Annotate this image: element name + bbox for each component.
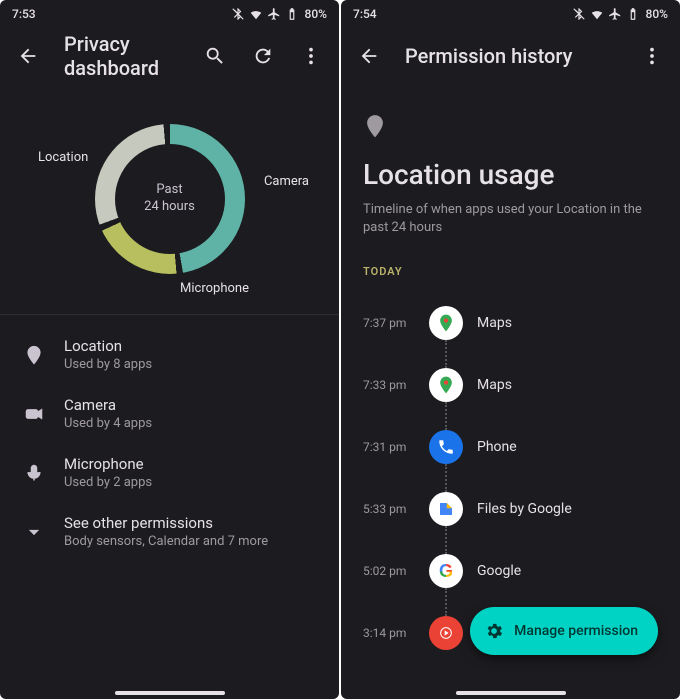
page-title: Location usage: [363, 158, 658, 191]
section-divider: [0, 314, 339, 315]
gesture-nav-bar[interactable]: [115, 691, 225, 695]
more-vert-icon: [300, 45, 322, 67]
permission-title: Camera: [64, 396, 152, 414]
privacy-dashboard-screen: 7:53 80% Privacy dashboard Past 24 hours: [0, 0, 339, 699]
permission-list: Location Used by 8 apps Camera Used by 4…: [0, 325, 339, 561]
app-icon-maps: [429, 306, 463, 340]
gear-icon: [484, 621, 504, 641]
bluetooth-off-icon: [572, 7, 586, 21]
location-pin-icon: [363, 123, 387, 142]
search-button[interactable]: [195, 36, 235, 76]
permission-sub: Used by 8 apps: [64, 357, 152, 372]
status-icons: 80%: [231, 7, 327, 21]
wifi-icon: [249, 7, 263, 21]
timeline-app-name: Google: [477, 563, 521, 579]
donut-ring: Past 24 hours: [95, 124, 245, 274]
status-bar: 7:54 80%: [341, 0, 680, 28]
donut-label-camera: Camera: [264, 174, 309, 189]
status-time: 7:54: [353, 7, 572, 21]
app-bar-title: Permission history: [397, 44, 624, 68]
timeline-app-name: Maps: [477, 377, 512, 393]
page-subtitle: Timeline of when apps used your Location…: [363, 201, 658, 237]
overflow-button[interactable]: [632, 36, 672, 76]
timeline-row[interactable]: 7:31 pm Phone: [363, 416, 670, 478]
manage-permission-fab[interactable]: Manage permission: [470, 607, 658, 655]
permission-title: Location: [64, 337, 152, 355]
app-icon-phone: [429, 430, 463, 464]
microphone-icon: [22, 463, 46, 483]
battery-icon: [626, 7, 640, 21]
app-bar: Privacy dashboard: [0, 28, 339, 84]
see-other-title: See other permissions: [64, 514, 268, 532]
timeline-time: 7:33 pm: [363, 378, 415, 392]
timeline-row[interactable]: 7:37 pm Maps: [363, 292, 670, 354]
timeline-time: 5:33 pm: [363, 502, 415, 516]
permission-history-screen: 7:54 80% Permission history Location usa…: [341, 0, 680, 699]
search-icon: [204, 45, 226, 67]
airplane-icon: [608, 7, 622, 21]
status-battery: 80%: [646, 7, 668, 21]
app-icon-google: G: [429, 554, 463, 588]
donut-center-line2: 24 hours: [144, 199, 195, 216]
back-button[interactable]: [349, 36, 389, 76]
permission-row-location[interactable]: Location Used by 8 apps: [4, 325, 335, 384]
timeline-time: 5:02 pm: [363, 564, 415, 578]
status-bar: 7:53 80%: [0, 0, 339, 28]
timeline-app-name: Phone: [477, 439, 517, 455]
donut-center-text: Past 24 hours: [144, 182, 195, 216]
timeline-row[interactable]: 7:33 pm Maps: [363, 354, 670, 416]
timeline-time: 7:37 pm: [363, 316, 415, 330]
permission-sub: Used by 4 apps: [64, 416, 152, 431]
location-pin-icon: [22, 345, 46, 365]
arrow-back-icon: [17, 45, 39, 67]
refresh-button[interactable]: [243, 36, 283, 76]
app-icon-files: [429, 492, 463, 526]
app-bar-title: Privacy dashboard: [56, 32, 187, 80]
app-icon-ytmusic: [429, 616, 463, 650]
permission-row-camera[interactable]: Camera Used by 4 apps: [4, 384, 335, 443]
gesture-nav-bar[interactable]: [456, 691, 566, 695]
status-battery: 80%: [305, 7, 327, 21]
timeline-time: 7:31 pm: [363, 440, 415, 454]
bluetooth-off-icon: [231, 7, 245, 21]
timeline-app-name: Files by Google: [477, 501, 572, 517]
status-time: 7:53: [12, 7, 231, 21]
timeline-time: 3:14 pm: [363, 626, 415, 640]
back-button[interactable]: [8, 36, 48, 76]
see-other-sub: Body sensors, Calendar and 7 more: [64, 534, 268, 549]
chevron-down-icon: [22, 522, 46, 542]
donut-label-location: Location: [38, 150, 88, 165]
permission-sub: Used by 2 apps: [64, 475, 152, 490]
see-other-permissions[interactable]: See other permissions Body sensors, Cale…: [4, 502, 335, 561]
permission-title: Microphone: [64, 455, 152, 473]
timeline-row[interactable]: 5:02 pm G Google: [363, 540, 670, 602]
more-vert-icon: [641, 45, 663, 67]
permission-row-microphone[interactable]: Microphone Used by 2 apps: [4, 443, 335, 502]
status-icons: 80%: [572, 7, 668, 21]
overflow-button[interactable]: [291, 36, 331, 76]
app-icon-maps: [429, 368, 463, 402]
fab-label: Manage permission: [514, 623, 638, 639]
battery-icon: [285, 7, 299, 21]
donut-center-line1: Past: [144, 182, 195, 199]
app-bar: Permission history: [341, 28, 680, 84]
usage-donut-chart: Past 24 hours Location Camera Microphone: [0, 84, 339, 314]
timeline-row[interactable]: 5:33 pm Files by Google: [363, 478, 670, 540]
arrow-back-icon: [358, 45, 380, 67]
timeline-section-label: TODAY: [341, 257, 680, 292]
refresh-icon: [252, 45, 274, 67]
donut-label-microphone: Microphone: [180, 281, 249, 296]
wifi-icon: [590, 7, 604, 21]
timeline-app-name: Maps: [477, 315, 512, 331]
camera-icon: [22, 404, 46, 424]
airplane-icon: [267, 7, 281, 21]
page-header: Location usage Timeline of when apps use…: [341, 84, 680, 257]
